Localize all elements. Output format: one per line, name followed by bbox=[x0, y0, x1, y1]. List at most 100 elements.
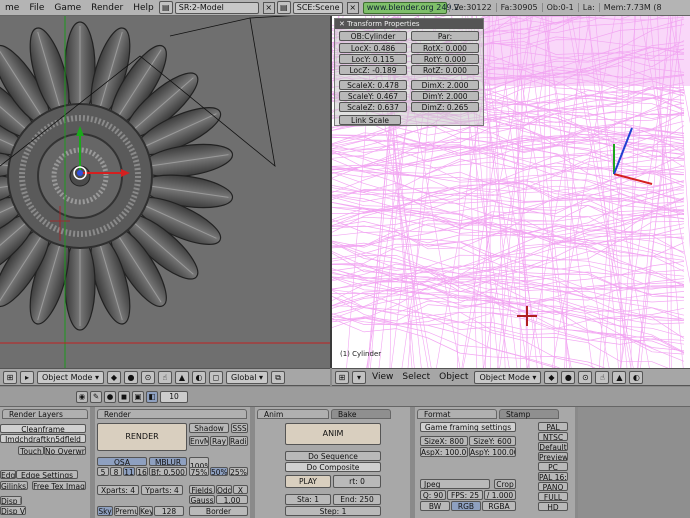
transform-right-field[interactable]: DimX: 2.000 bbox=[411, 80, 479, 90]
transform-right-field[interactable]: DimZ: 0.265 bbox=[411, 102, 479, 112]
ray-toggle[interactable]: Ray bbox=[210, 436, 228, 446]
key-toggle[interactable]: Key bbox=[139, 506, 153, 516]
do-sequence-toggle[interactable]: Do Sequence bbox=[285, 451, 381, 461]
object-menu[interactable]: Object bbox=[436, 372, 471, 382]
preset-button[interactable]: FULL bbox=[538, 492, 568, 501]
menu-item-edge[interactable]: me bbox=[0, 3, 24, 13]
orientation-select[interactable]: Global ▾ bbox=[225, 370, 269, 384]
osa-8[interactable]: 8 bbox=[110, 467, 122, 476]
transform-left-field[interactable]: LocY: 0.115 bbox=[339, 54, 407, 64]
script-icon[interactable]: ✎ bbox=[90, 391, 102, 403]
tab-anim[interactable]: Anim bbox=[257, 409, 329, 419]
scale-icon[interactable]: ◻ bbox=[208, 370, 223, 384]
translate-icon[interactable]: ▲ bbox=[612, 370, 627, 384]
disp-fars-button[interactable]: Disp Fars bbox=[0, 496, 22, 505]
transform-left-field[interactable]: ScaleX: 0.478 bbox=[339, 80, 407, 90]
sizex-field[interactable]: SizeX: 800 bbox=[420, 436, 468, 446]
aspy-field[interactable]: AspY: 100.00 bbox=[469, 447, 516, 457]
start-frame-field[interactable]: Sta: 1 bbox=[285, 494, 331, 505]
scene-close-icon[interactable]: × bbox=[346, 1, 359, 14]
shading-icon[interactable]: ● bbox=[561, 370, 576, 384]
crop-toggle[interactable]: Crop bbox=[494, 479, 516, 489]
tab-render[interactable]: Render bbox=[97, 409, 247, 419]
fps-base-field[interactable]: / 1.000 bbox=[484, 490, 516, 500]
quality-field[interactable]: Q: 90 bbox=[420, 490, 446, 500]
preset-button[interactable]: Default bbox=[538, 442, 568, 451]
transform-left-field[interactable]: LocZ: -0.189 bbox=[339, 65, 407, 75]
preset-button[interactable]: PANO bbox=[538, 482, 568, 491]
transform-right-field[interactable]: RotY: 0.000 bbox=[411, 54, 479, 64]
logic-icon[interactable]: ◉ bbox=[76, 391, 88, 403]
tab-stamp[interactable]: Stamp bbox=[499, 409, 559, 419]
rgb-toggle[interactable]: RGB bbox=[451, 501, 481, 511]
touch-button[interactable]: Touch bbox=[18, 446, 44, 455]
view-menu[interactable]: View bbox=[369, 372, 396, 382]
frame-number-field[interactable]: 10 bbox=[160, 391, 188, 403]
preset-button[interactable]: PC bbox=[538, 462, 568, 471]
preset-button[interactable]: HD bbox=[538, 502, 568, 511]
transform-right-field[interactable]: RotX: 0.000 bbox=[411, 43, 479, 53]
display-view-button[interactable]: Disp View bbox=[0, 506, 26, 515]
object-mode-select[interactable]: Object Mode ▾ bbox=[474, 370, 542, 384]
file-format-select[interactable]: Jpeg bbox=[420, 479, 490, 489]
free-tex-images-button[interactable]: Free Tex Imag bbox=[32, 481, 86, 490]
rgba-toggle[interactable]: RGBA bbox=[482, 501, 516, 511]
editor-type-icon[interactable]: ⊞ bbox=[3, 370, 17, 384]
tab-render-layers[interactable]: Render Layers bbox=[2, 409, 88, 419]
threads-button[interactable]: Gilinks5To bbox=[0, 481, 28, 490]
rotate-icon[interactable]: ◐ bbox=[191, 370, 206, 384]
object-mode-select[interactable]: Object Mode ▾ bbox=[37, 370, 104, 384]
pivot-icon[interactable]: ⊙ bbox=[578, 370, 593, 384]
x-toggle[interactable]: X bbox=[233, 485, 248, 494]
border-toggle[interactable]: Border bbox=[189, 506, 248, 516]
scene-panel-icon[interactable]: ◧ bbox=[146, 391, 158, 403]
osa-5[interactable]: 5 bbox=[97, 467, 109, 476]
menu-render[interactable]: Render bbox=[86, 3, 128, 13]
select-menu[interactable]: Select bbox=[399, 372, 433, 382]
mblur-toggle[interactable]: MBLUR bbox=[149, 457, 187, 466]
aspx-field[interactable]: AspX: 100.00 bbox=[420, 447, 468, 457]
edge-button[interactable]: Edge bbox=[0, 470, 16, 479]
layer-lock-icon[interactable]: ⧉ bbox=[271, 370, 286, 384]
screen-close-icon[interactable]: × bbox=[262, 1, 275, 14]
viewport-3d-left[interactable] bbox=[0, 16, 330, 368]
render-layers-row-1[interactable]: Cleanframe bbox=[0, 424, 86, 433]
game-framing-button[interactable]: Game framing settings bbox=[420, 422, 516, 432]
play-button[interactable]: PLAY bbox=[285, 475, 331, 488]
osa-16[interactable]: 16 bbox=[136, 467, 148, 476]
gauss-toggle[interactable]: Gauss bbox=[189, 495, 215, 504]
envmap-toggle[interactable]: EnvMap bbox=[189, 436, 209, 446]
transform-left-field[interactable]: ScaleZ: 0.637 bbox=[339, 102, 407, 112]
res-25-button[interactable]: 25% bbox=[229, 467, 248, 476]
transform-right-field[interactable]: RotZ: 0.000 bbox=[411, 65, 479, 75]
preset-button[interactable]: PAL 16:9 bbox=[538, 472, 568, 481]
object-name-field[interactable]: OB:Cylinder bbox=[339, 31, 407, 41]
res-50-button[interactable]: 50% bbox=[210, 467, 228, 476]
transform-left-field[interactable]: LocX: 0.486 bbox=[339, 43, 407, 53]
transform-left-field[interactable]: ScaleY: 0.467 bbox=[339, 91, 407, 101]
menu-collapse-icon[interactable]: ▸ bbox=[20, 370, 34, 384]
do-composite-toggle[interactable]: Do Composite bbox=[285, 462, 381, 472]
shading-icon[interactable]: ● bbox=[123, 370, 138, 384]
gauss-value-field[interactable]: 1.00 bbox=[216, 495, 248, 504]
transform-right-field[interactable]: DimY: 2.000 bbox=[411, 91, 479, 101]
osa-toggle[interactable]: OSA bbox=[97, 457, 147, 466]
osa-11[interactable]: 11 bbox=[123, 467, 135, 476]
yparts-field[interactable]: Yparts: 4 bbox=[141, 485, 183, 495]
no-overwrite-button[interactable]: No Overwrite bbox=[44, 446, 86, 455]
pivot-icon[interactable]: ⊙ bbox=[140, 370, 155, 384]
manipulator-toggle-icon[interactable]: ☝ bbox=[595, 370, 610, 384]
preset-button[interactable]: NTSC bbox=[538, 432, 568, 441]
object-panel-icon[interactable]: ◼ bbox=[118, 391, 130, 403]
sss-toggle[interactable]: SSS bbox=[231, 423, 248, 433]
translate-icon[interactable]: ▲ bbox=[174, 370, 189, 384]
scene-name-field[interactable]: SCE:Scene bbox=[292, 1, 343, 14]
res-75-button[interactable]: 75% bbox=[189, 467, 209, 476]
shading-panel-icon[interactable]: ● bbox=[104, 391, 116, 403]
render-layers-row-2[interactable]: Jmdchdraftkn5dfleld bbox=[0, 434, 86, 443]
bw-toggle[interactable]: BW bbox=[420, 501, 450, 511]
odd-toggle[interactable]: Odd bbox=[216, 485, 232, 494]
bf-field[interactable]: Bf: 0.500 bbox=[149, 467, 187, 476]
step-field[interactable]: Step: 1 bbox=[285, 506, 381, 516]
link-scale-button[interactable]: Link Scale bbox=[339, 115, 401, 125]
